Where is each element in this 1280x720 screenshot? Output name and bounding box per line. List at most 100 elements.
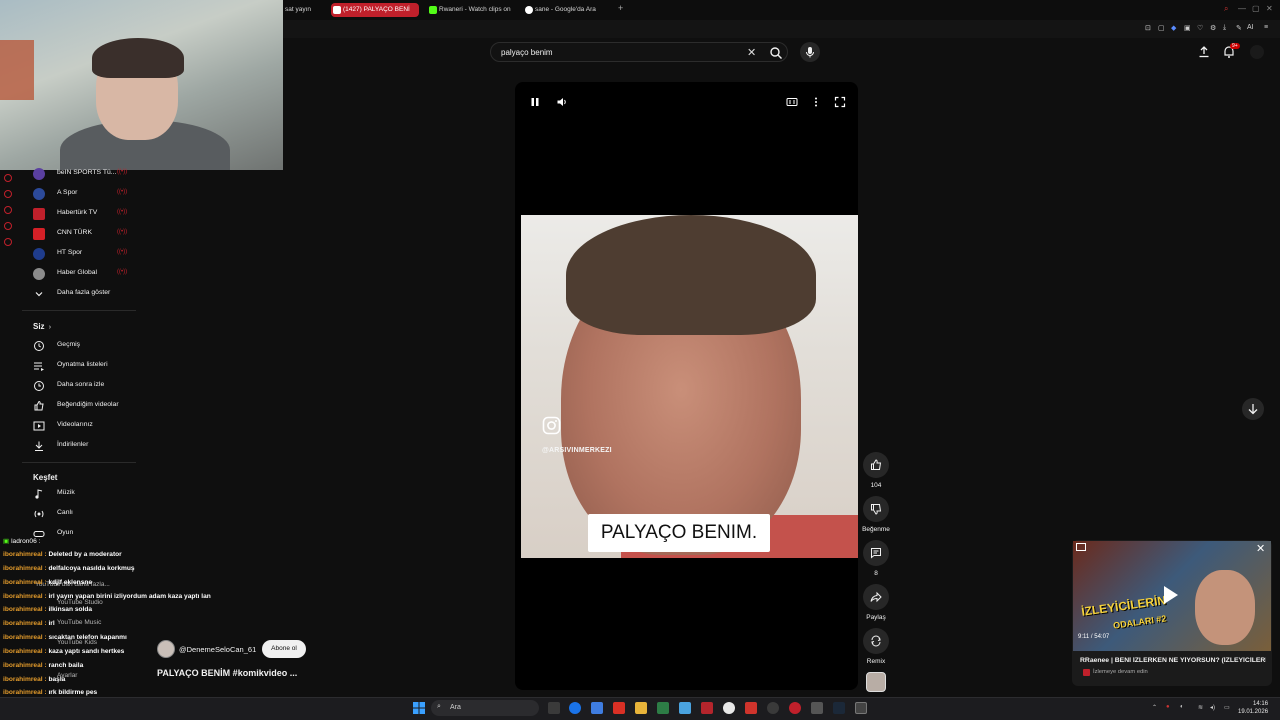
sidebar-item-cnn-turk[interactable]: CNN TÜRK ((•)) (33, 226, 137, 244)
search-icon[interactable] (769, 46, 783, 60)
sidebar-item-ht-spor[interactable]: HT Spor ((•)) (33, 246, 137, 264)
tray-app-icon[interactable]: ◐ (1180, 704, 1184, 710)
remix-button[interactable]: Remix (862, 628, 890, 665)
task-view-icon[interactable] (548, 702, 560, 714)
windows-start-icon[interactable] (413, 702, 425, 714)
sidebar-item-music[interactable]: Müzik (33, 486, 137, 504)
sidebar-item-haberturk[interactable]: Habertürk TV ((•)) (33, 206, 137, 224)
subscribe-button[interactable]: Abone ol (262, 640, 306, 658)
sidebar-item-youtube-studio[interactable]: YouTube Studio (57, 599, 103, 606)
file-explorer-icon[interactable] (635, 702, 647, 714)
play-icon[interactable] (1164, 586, 1178, 604)
taskbar-clock[interactable]: 14:16 19.01.2026 (1238, 700, 1268, 716)
sidebar-item-bein-sports[interactable]: beIN SPORTS Tü... ((•)) (33, 166, 137, 184)
app-icon[interactable] (679, 702, 691, 714)
steam-icon[interactable] (833, 702, 845, 714)
copilot-icon[interactable] (591, 702, 603, 714)
download-icon[interactable]: ⤓ (1223, 24, 1226, 32)
volume-icon[interactable]: ◂) (1210, 704, 1215, 711)
clear-search-icon[interactable]: ✕ (747, 46, 756, 59)
mini-player-face (1195, 570, 1255, 645)
video-frame[interactable] (521, 215, 858, 558)
github-icon[interactable] (767, 702, 779, 714)
battery-icon[interactable]: ▭ (1224, 704, 1230, 711)
menu-icon[interactable]: ≡ (1264, 24, 1268, 31)
ai-button[interactable]: AI (1247, 24, 1254, 31)
excel-icon[interactable] (657, 702, 669, 714)
opera-icon[interactable] (789, 702, 801, 714)
tab-sat-yayin[interactable]: sat yayın (283, 3, 327, 17)
edge-icon[interactable] (569, 702, 581, 714)
sidebar-item-playlists[interactable]: Oynatma listeleri (33, 358, 137, 376)
app-icon[interactable] (855, 702, 867, 714)
sidebar-item-gaming[interactable]: Oyun (33, 526, 137, 544)
new-tab-button[interactable]: + (618, 3, 623, 13)
comments-button[interactable]: 8 (862, 540, 890, 577)
close-window-icon[interactable]: ✕ (1266, 4, 1273, 13)
wall-poster (0, 40, 34, 100)
app-icon[interactable] (745, 702, 757, 714)
wallet-icon[interactable]: ▣ (1184, 24, 1191, 32)
pause-icon[interactable] (529, 96, 541, 108)
sidebar-item-live[interactable]: Canlı (33, 506, 137, 524)
tab-label: Rwaneri - Watch clips on (439, 6, 511, 13)
tab-rwaneri[interactable]: Rwaneri - Watch clips on (427, 3, 517, 17)
next-short-button[interactable] (1242, 398, 1264, 420)
video-icon (33, 421, 45, 431)
shield-icon[interactable]: ◆ (1171, 24, 1176, 32)
search-bar[interactable]: palyaço benim ✕ (490, 42, 788, 62)
like-button[interactable]: 104 (862, 452, 890, 489)
tray-chevron-icon[interactable]: ⌃ (1152, 704, 1157, 711)
sidebar-item-haber-global[interactable]: Haber Global ((•)) (33, 266, 137, 284)
chat-message: iborahimreal : kaza yaptı sandı hertkes (3, 648, 124, 655)
pen-icon[interactable]: ✎ (1236, 24, 1242, 32)
tab-palyaco-benim[interactable]: (1427) PALYAÇO BENİ (331, 3, 419, 17)
close-icon[interactable]: ✕ (1256, 542, 1265, 555)
dislike-button[interactable]: Beğenme (862, 496, 890, 533)
sidebar-item-your-videos[interactable]: Videolarınız (33, 418, 137, 436)
heart-icon[interactable]: ♡ (1197, 24, 1203, 32)
bookmark-icon[interactable]: ⊡ (1145, 24, 1151, 32)
like-circle (863, 452, 889, 478)
volume-icon[interactable] (556, 96, 568, 108)
channel-avatar[interactable] (157, 640, 175, 658)
chat-message: iborahimreal : irl (3, 620, 55, 627)
chrome-icon[interactable] (723, 702, 735, 714)
taskbar-search[interactable]: ⌕ (431, 700, 539, 716)
sidebar-item-label: İndirilenler (57, 441, 89, 448)
fullscreen-icon[interactable] (834, 96, 846, 108)
expand-icon[interactable] (1076, 543, 1086, 551)
sidebar-section-you[interactable]: Siz › (33, 322, 51, 331)
search-input[interactable]: palyaço benim (501, 48, 553, 57)
tray-app-icon[interactable]: ● (1166, 704, 1170, 710)
share-button[interactable]: Paylaş (862, 584, 890, 621)
show-more-button[interactable]: Daha fazla göster (33, 286, 137, 304)
sidebar-item-watch-later[interactable]: Daha sonra izle (33, 378, 137, 396)
history-icon (34, 341, 44, 351)
app-icon[interactable] (701, 702, 713, 714)
upload-icon[interactable] (1198, 46, 1210, 58)
app-icon[interactable] (613, 702, 625, 714)
settings-icon[interactable] (811, 702, 823, 714)
channel-logo-icon (33, 228, 45, 240)
sidebar-item-youtube-music[interactable]: YouTube Music (57, 619, 101, 626)
sidebar-item-downloads[interactable]: İndirilenler (33, 438, 137, 456)
sidebar-item-history[interactable]: Geçmiş (33, 338, 137, 356)
sidebar-item-a-spor[interactable]: A Spor ((•)) (33, 186, 137, 204)
sound-avatar[interactable] (866, 672, 886, 692)
channel-name[interactable]: @DenemeSeloCan_61 (179, 645, 256, 654)
voice-search-button[interactable] (800, 42, 820, 62)
maximize-icon[interactable]: ▢ (1252, 4, 1260, 13)
short-title[interactable]: PALYAÇO BENİM #komikvideo ... (157, 668, 297, 678)
search-tabs-icon[interactable]: ⌕ (1224, 4, 1228, 14)
more-options-icon[interactable] (810, 96, 822, 108)
extensions-icon[interactable]: ⚙ (1210, 24, 1216, 32)
minimize-icon[interactable]: — (1238, 4, 1246, 13)
sidebar-item-liked-videos[interactable]: Beğendiğim videolar (33, 398, 137, 416)
screenshot-icon[interactable]: ▢ (1158, 24, 1165, 32)
captions-icon[interactable] (786, 96, 798, 108)
wifi-icon[interactable]: ≋ (1198, 704, 1203, 711)
mini-player-title[interactable]: RRaenee | BENİ İZLERKEN NE YİYORSUN? (İZ… (1080, 657, 1266, 664)
account-avatar[interactable] (1250, 45, 1264, 59)
tab-google-search[interactable]: sane - Google'da Ara (523, 3, 613, 17)
